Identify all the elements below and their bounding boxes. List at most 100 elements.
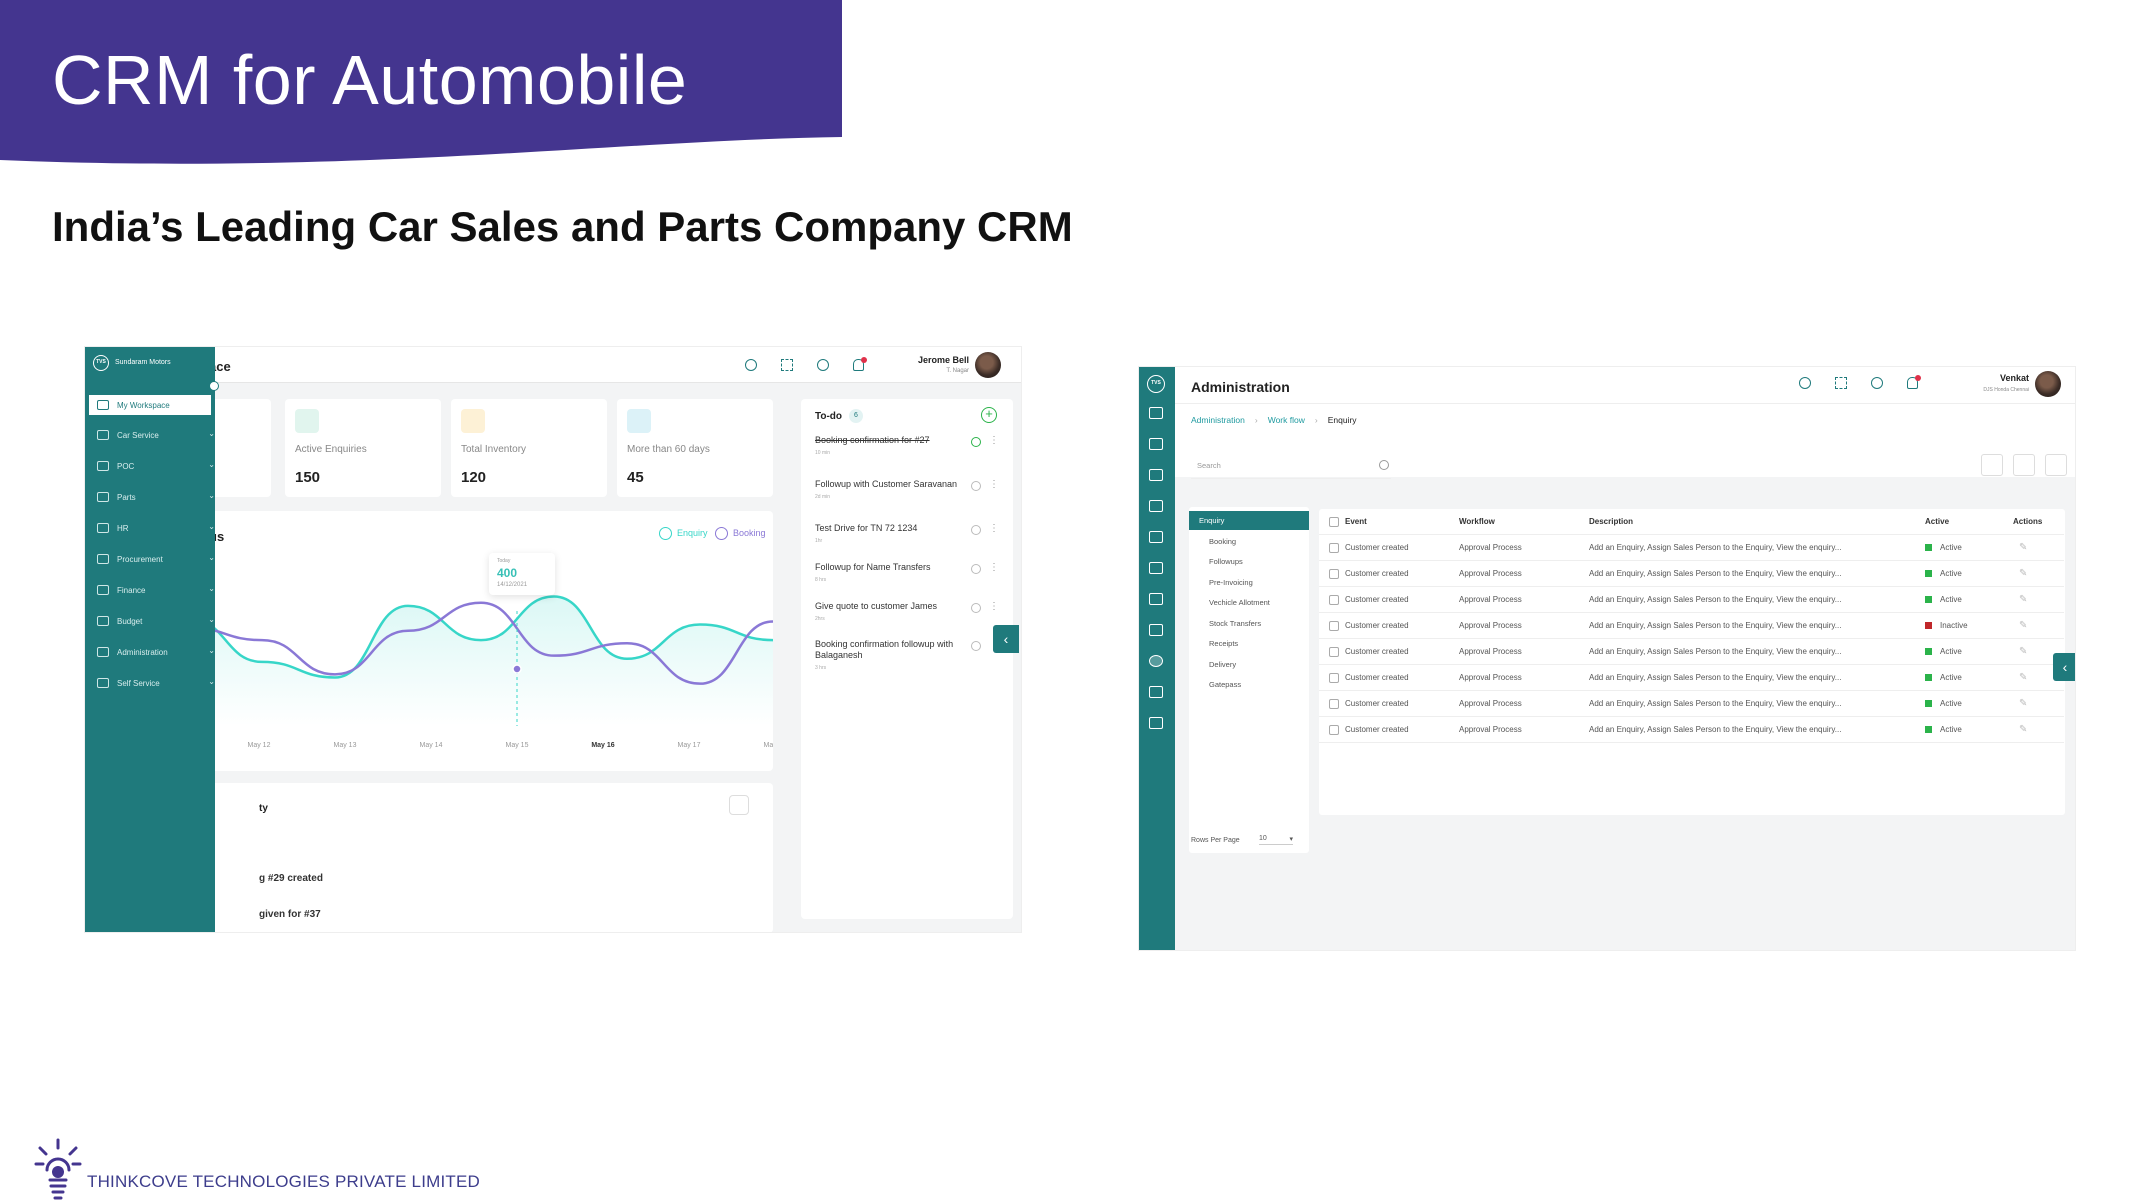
add-icon[interactable] bbox=[2045, 454, 2067, 476]
nav-item-receipts[interactable]: Receipts bbox=[1199, 634, 1319, 653]
download-icon[interactable] bbox=[2013, 454, 2035, 476]
select-all-checkbox[interactable] bbox=[1329, 516, 1339, 527]
sort-icon[interactable] bbox=[1981, 454, 2003, 476]
table-row[interactable]: Customer created Approval Process Add an E… bbox=[1319, 535, 2064, 561]
more-options-icon[interactable]: ⋮ bbox=[989, 562, 999, 573]
rows-per-page-select[interactable]: 10 ▾ bbox=[1259, 835, 1293, 845]
avatar[interactable] bbox=[975, 352, 1001, 378]
more-options-icon[interactable]: ⋮ bbox=[989, 479, 999, 490]
handshake-icon[interactable] bbox=[1149, 500, 1163, 512]
truck-icon[interactable] bbox=[1149, 593, 1163, 605]
todo-checkbox[interactable] bbox=[971, 481, 981, 491]
settings-icon[interactable] bbox=[745, 359, 757, 371]
nav-item-vechicle-allotment[interactable]: Vechicle Allotment bbox=[1199, 593, 1319, 612]
row-checkbox[interactable] bbox=[1329, 594, 1339, 605]
todo-checkbox[interactable] bbox=[971, 603, 981, 613]
row-checkbox[interactable] bbox=[1329, 646, 1339, 657]
row-checkbox[interactable] bbox=[1329, 672, 1339, 683]
table-row[interactable]: Customer created Approval Process Add an E… bbox=[1319, 613, 2064, 639]
row-checkbox[interactable] bbox=[1329, 698, 1339, 709]
column-header[interactable]: Workflow bbox=[1459, 517, 1495, 526]
chevron-down-icon: ⌄ bbox=[208, 429, 215, 438]
edit-icon[interactable]: ✎ bbox=[2019, 698, 2027, 709]
table-row[interactable]: Customer created Approval Process Add an E… bbox=[1319, 717, 2064, 743]
more-options-icon[interactable]: ⋮ bbox=[989, 523, 999, 534]
nav-item-stock-transfers[interactable]: Stock Transfers bbox=[1199, 614, 1319, 633]
admin-icon[interactable] bbox=[1149, 655, 1163, 667]
edit-icon[interactable]: ✎ bbox=[2019, 568, 2027, 579]
breadcrumb-item[interactable]: Work flow bbox=[1268, 415, 1305, 425]
edit-icon[interactable]: ✎ bbox=[2019, 724, 2027, 735]
money-icon[interactable] bbox=[1149, 624, 1163, 636]
nav-item-delivery[interactable]: Delivery bbox=[1199, 655, 1319, 674]
more-options-icon[interactable]: ⋮ bbox=[989, 435, 999, 446]
stat-card-active-enquiries[interactable]: Active Enquiries 150 bbox=[285, 399, 441, 497]
column-header[interactable]: Description bbox=[1589, 517, 1633, 526]
column-header[interactable]: Event bbox=[1345, 517, 1367, 526]
legend-booking-icon[interactable] bbox=[715, 527, 728, 540]
legend-booking[interactable]: Booking bbox=[733, 528, 766, 538]
rows-per-page-value: 10 bbox=[1259, 835, 1267, 842]
search-icon[interactable] bbox=[1871, 377, 1883, 389]
avatar[interactable] bbox=[2035, 371, 2061, 397]
car-icon[interactable] bbox=[1149, 438, 1163, 450]
edit-icon[interactable]: ✎ bbox=[2019, 594, 2027, 605]
stat-card-total-inventory[interactable]: Total Inventory 120 bbox=[451, 399, 607, 497]
breadcrumb-item[interactable]: Administration bbox=[1191, 415, 1245, 425]
hover-point[interactable] bbox=[512, 664, 522, 674]
stat-card-older-60-days[interactable]: More than 60 days 45 bbox=[617, 399, 773, 497]
user-icon[interactable] bbox=[1149, 717, 1163, 729]
search-icon[interactable] bbox=[817, 359, 829, 371]
collapse-panel-button[interactable]: ‹ bbox=[2053, 653, 2075, 681]
fullscreen-icon[interactable] bbox=[781, 359, 793, 371]
search-input[interactable]: Search bbox=[1191, 455, 1391, 479]
people-icon[interactable] bbox=[1149, 562, 1163, 574]
edit-icon[interactable]: ✎ bbox=[2019, 646, 2027, 657]
fullscreen-icon[interactable] bbox=[1835, 377, 1847, 389]
table-row[interactable]: Customer created Approval Process Add an E… bbox=[1319, 561, 2064, 587]
sidebar-item-finance[interactable]: Finance ⌄ bbox=[97, 581, 215, 599]
box-icon[interactable] bbox=[1149, 531, 1163, 543]
settings-icon[interactable] bbox=[1799, 377, 1811, 389]
row-checkbox[interactable] bbox=[1329, 620, 1339, 631]
table-row[interactable]: Customer created Approval Process Add an E… bbox=[1319, 665, 2064, 691]
table-row[interactable]: Customer created Approval Process Add an E… bbox=[1319, 691, 2064, 717]
nav-item-booking[interactable]: Booking bbox=[1199, 532, 1319, 551]
legend-enquiry-icon[interactable] bbox=[659, 527, 672, 540]
table-row[interactable]: Customer created Approval Process Add an E… bbox=[1319, 639, 2064, 665]
add-todo-icon[interactable]: + bbox=[981, 407, 997, 423]
row-checkbox[interactable] bbox=[1329, 724, 1339, 735]
nav-item-followups[interactable]: Followups bbox=[1199, 552, 1319, 571]
home-icon[interactable] bbox=[1149, 407, 1163, 419]
row-checkbox[interactable] bbox=[1329, 542, 1339, 553]
legend-enquiry[interactable]: Enquiry bbox=[677, 528, 708, 538]
sidebar-item-my-workspace[interactable]: My Workspace bbox=[89, 395, 211, 415]
sidebar-item-parts[interactable]: Parts ⌄ bbox=[97, 488, 215, 506]
sidebar-item-administration[interactable]: Administration ⌄ bbox=[97, 643, 215, 661]
nav-item-gatepass[interactable]: Gatepass bbox=[1199, 675, 1319, 694]
download-icon[interactable] bbox=[729, 795, 749, 815]
nav-item-pre-invoicing[interactable]: Pre-Invoicing bbox=[1199, 573, 1319, 592]
sidebar-item-self-service[interactable]: Self Service ⌄ bbox=[97, 674, 215, 692]
table-row[interactable]: Customer created Approval Process Add an E… bbox=[1319, 587, 2064, 613]
car-service-icon[interactable] bbox=[1149, 469, 1163, 481]
row-checkbox[interactable] bbox=[1329, 568, 1339, 579]
todo-checkbox[interactable] bbox=[971, 525, 981, 535]
sidebar-item-budget[interactable]: Budget ⌄ bbox=[97, 612, 215, 630]
edit-icon[interactable]: ✎ bbox=[2019, 672, 2027, 683]
sidebar-item-car-service[interactable]: Car Service ⌄ bbox=[97, 426, 215, 444]
todo-checkbox[interactable] bbox=[971, 641, 981, 651]
sidebar-toggle[interactable] bbox=[209, 381, 219, 391]
todo-checkbox[interactable] bbox=[971, 564, 981, 574]
sidebar-item-poc[interactable]: POC ⌄ bbox=[97, 457, 215, 475]
todo-checkbox[interactable] bbox=[971, 437, 981, 447]
sidebar-item-procurement[interactable]: Procurement ⌄ bbox=[97, 550, 215, 568]
edit-icon[interactable]: ✎ bbox=[2019, 542, 2027, 553]
sidebar-item-hr[interactable]: HR ⌄ bbox=[97, 519, 215, 537]
more-options-icon[interactable]: ⋮ bbox=[989, 601, 999, 612]
nav-item-enquiry[interactable]: Enquiry bbox=[1189, 511, 1309, 530]
collapse-panel-button[interactable]: ‹ bbox=[993, 625, 1019, 653]
budget-icon[interactable] bbox=[1149, 686, 1163, 698]
column-header[interactable]: Active bbox=[1925, 517, 1949, 526]
edit-icon[interactable]: ✎ bbox=[2019, 620, 2027, 631]
